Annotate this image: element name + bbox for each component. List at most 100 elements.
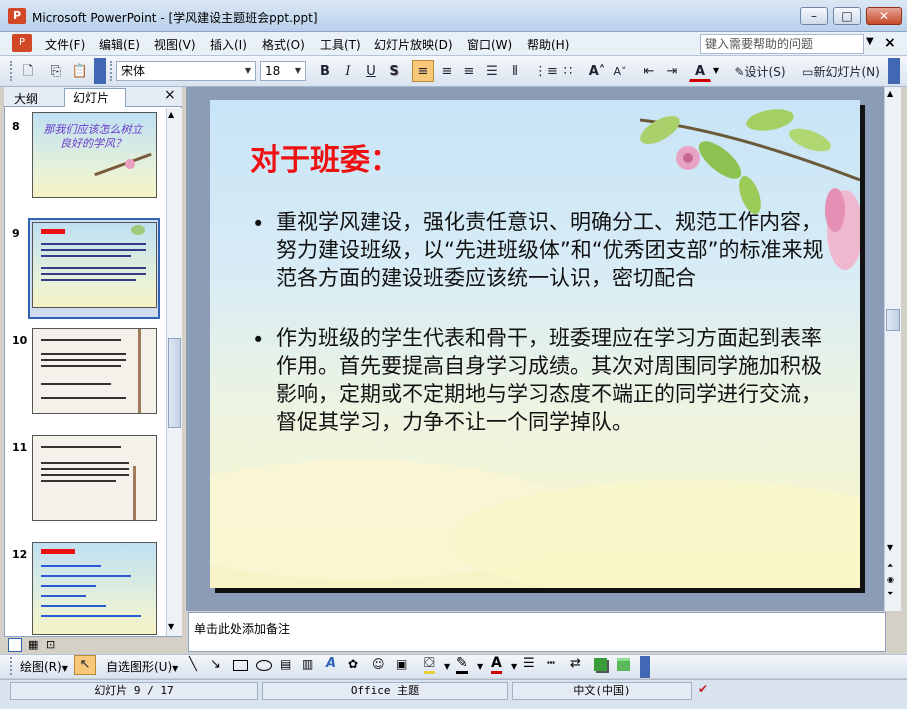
- previous-slide-icon[interactable]: ⏶: [887, 561, 893, 571]
- help-search-input[interactable]: 键入需要帮助的问题: [700, 34, 864, 54]
- shadow-style-icon[interactable]: [594, 658, 607, 671]
- editor-scrollbar[interactable]: ▲ ▼ ⏶ ◉ ⏷: [884, 87, 901, 611]
- maximize-button[interactable]: □: [833, 7, 861, 25]
- autoshapes-menu-button[interactable]: 自选图形(U)▼: [106, 658, 178, 675]
- slideshow-icon[interactable]: ⊡: [46, 638, 55, 651]
- line-color-icon[interactable]: ✎: [456, 655, 468, 674]
- scroll-down-icon[interactable]: ▼: [887, 543, 893, 552]
- toolbar-options-icon[interactable]: [640, 656, 650, 678]
- close-button[interactable]: ✕: [866, 7, 902, 25]
- chevron-down-icon[interactable]: ▼: [511, 662, 517, 671]
- draw-menu-button[interactable]: 绘图(R)▼: [20, 658, 68, 675]
- slide-thumbnail-9[interactable]: [32, 222, 157, 308]
- menu-file[interactable]: 文件(F): [45, 36, 85, 53]
- fill-color-icon[interactable]: ⛋: [424, 655, 435, 674]
- slide-sorter-icon[interactable]: ▦: [28, 638, 38, 651]
- spellcheck-icon[interactable]: ✔: [698, 682, 708, 696]
- font-size-select[interactable]: 18 ▼: [260, 61, 306, 81]
- select-cursor-icon[interactable]: ↖: [74, 655, 96, 675]
- decrease-font-icon[interactable]: A˅: [609, 60, 631, 82]
- italic-button[interactable]: I: [337, 60, 359, 82]
- menu-window[interactable]: 窗口(W): [467, 36, 512, 53]
- close-icon[interactable]: ×: [164, 87, 176, 103]
- scroll-down-icon[interactable]: ▼: [168, 622, 174, 631]
- arrow-style-icon[interactable]: ⇄: [570, 656, 581, 671]
- menu-format[interactable]: 格式(O): [262, 36, 305, 53]
- next-slide-icon[interactable]: ⏷: [887, 589, 893, 599]
- slide-thumbnail-11[interactable]: [32, 435, 157, 521]
- align-right-icon[interactable]: ≡: [458, 60, 480, 82]
- font-color-icon[interactable]: A: [689, 60, 711, 82]
- arrow-icon[interactable]: ↘: [210, 657, 221, 672]
- font-color-icon[interactable]: A: [491, 655, 502, 674]
- rectangle-icon[interactable]: [233, 660, 248, 671]
- shadow-button[interactable]: S: [383, 60, 405, 82]
- align-left-icon[interactable]: ≡: [412, 60, 434, 82]
- document-close-icon[interactable]: ×: [884, 35, 896, 51]
- slide-bullet-2[interactable]: 作为班级的学生代表和骨干，班委理应在学习方面起到表率作用。首先要提高自身学习成绩…: [276, 324, 831, 436]
- toolbar-grip[interactable]: [110, 61, 113, 81]
- chevron-down-icon[interactable]: ▼: [477, 662, 483, 671]
- slide-thumbnail-10[interactable]: [32, 328, 157, 414]
- copy-icon[interactable]: ⎘: [46, 60, 66, 82]
- oval-icon[interactable]: [256, 660, 272, 671]
- toolbar-options-icon[interactable]: [94, 58, 106, 84]
- line-style-icon[interactable]: ☰: [523, 656, 535, 671]
- toolbar-grip[interactable]: [10, 657, 13, 675]
- chevron-down-icon[interactable]: ▼: [713, 66, 719, 75]
- menu-insert[interactable]: 插入(I): [210, 36, 247, 53]
- diagram-icon[interactable]: ✿: [348, 657, 358, 671]
- vertical-textbox-icon[interactable]: ▥: [302, 657, 313, 671]
- thumbnail-scrollbar[interactable]: ▲ ▼: [166, 108, 182, 636]
- scroll-thumb[interactable]: [168, 338, 181, 428]
- menu-view[interactable]: 视图(V): [154, 36, 196, 53]
- notes-pane[interactable]: [188, 612, 886, 652]
- normal-view-icon[interactable]: [8, 638, 22, 652]
- textbox-icon[interactable]: ▤: [280, 657, 291, 671]
- underline-button[interactable]: U: [360, 60, 382, 82]
- notes-placeholder[interactable]: 单击此处添加备注: [194, 620, 290, 637]
- bold-button[interactable]: B: [314, 60, 336, 82]
- tab-slides[interactable]: 幻灯片: [64, 88, 126, 107]
- slide-thumbnail-8[interactable]: 那我们应该怎么树立良好的学风？: [32, 112, 157, 198]
- menu-edit[interactable]: 编辑(E): [99, 36, 140, 53]
- justify-icon[interactable]: ☰: [481, 60, 503, 82]
- clipart-icon[interactable]: ☺: [372, 657, 385, 671]
- scroll-up-icon[interactable]: ▲: [887, 89, 893, 98]
- align-center-icon[interactable]: ≡: [436, 60, 458, 82]
- bulleted-list-icon[interactable]: ∷: [557, 60, 579, 82]
- increase-font-icon[interactable]: A˄: [586, 60, 608, 82]
- menu-help[interactable]: 帮助(H): [527, 36, 569, 53]
- decrease-indent-icon[interactable]: ⇤: [638, 60, 660, 82]
- vertical-text-icon[interactable]: ⫴: [504, 60, 526, 82]
- dash-style-icon[interactable]: ┅: [547, 656, 555, 671]
- tab-outline[interactable]: 大纲: [14, 90, 38, 107]
- slide-canvas[interactable]: 对于班委： • 重视学风建设，强化责任意识、明确分工、规范工作内容，努力建设班级…: [210, 100, 860, 588]
- numbered-list-icon[interactable]: ⋮≡: [533, 60, 558, 82]
- menu-slideshow[interactable]: 幻灯片放映(D): [374, 36, 453, 53]
- picture-icon[interactable]: ▣: [396, 657, 407, 671]
- 3d-style-icon[interactable]: [617, 658, 630, 671]
- scroll-thumb[interactable]: [886, 309, 900, 331]
- document-icon[interactable]: P: [12, 34, 32, 52]
- increase-indent-icon[interactable]: ⇥: [661, 60, 683, 82]
- line-icon[interactable]: ╲: [189, 657, 197, 672]
- powerpoint-icon[interactable]: P: [8, 8, 26, 24]
- slide-title[interactable]: 对于班委：: [250, 135, 400, 179]
- new-document-icon[interactable]: 🗋: [18, 60, 38, 82]
- new-slide-button[interactable]: ▭新幻灯片(N): [796, 60, 886, 82]
- chevron-down-icon[interactable]: ▼: [444, 662, 450, 671]
- wordart-icon[interactable]: A: [326, 656, 336, 671]
- menu-tools[interactable]: 工具(T): [320, 36, 361, 53]
- font-name-select[interactable]: 宋体 ▼: [116, 61, 256, 81]
- chevron-down-icon[interactable]: ▼: [866, 36, 874, 47]
- slide-bullet-1[interactable]: 重视学风建设，强化责任意识、明确分工、规范工作内容，努力建设班级，以“先进班级体…: [276, 208, 831, 292]
- scroll-up-icon[interactable]: ▲: [168, 110, 174, 119]
- slide-thumbnail-12[interactable]: [32, 542, 157, 635]
- toolbar-options-icon[interactable]: [888, 58, 900, 84]
- design-button[interactable]: ✎设计(S): [728, 60, 792, 82]
- minimize-button[interactable]: –: [800, 7, 828, 25]
- paste-icon[interactable]: 📋: [70, 60, 90, 82]
- select-object-icon[interactable]: ◉: [887, 575, 894, 584]
- toolbar-grip[interactable]: [10, 61, 13, 81]
